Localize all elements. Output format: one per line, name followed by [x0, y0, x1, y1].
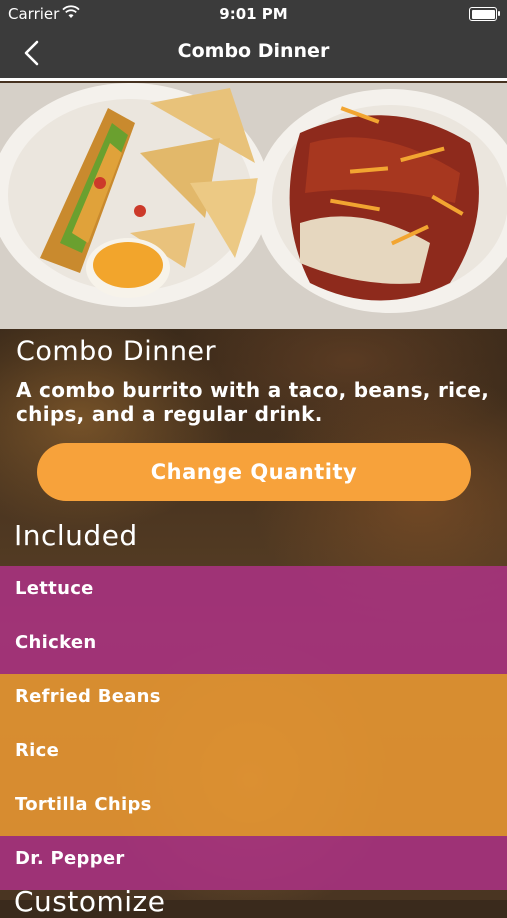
clock: 9:01 PM — [219, 5, 288, 23]
item-description: A combo burrito with a taco, beans, rice… — [16, 378, 490, 426]
battery-icon — [469, 7, 500, 21]
nav-title: Combo Dinner — [177, 40, 330, 62]
included-item-tortilla-chips[interactable]: Tortilla Chips — [0, 782, 507, 836]
food-photo — [0, 83, 507, 329]
status-bar: Carrier 9:01 PM — [0, 0, 507, 28]
back-chevron-icon[interactable] — [18, 38, 48, 68]
included-item-refried-beans[interactable]: Refried Beans — [0, 674, 507, 728]
included-list: Lettuce Chicken Refried Beans Rice Torti… — [0, 566, 507, 890]
navigation-bar: Combo Dinner — [0, 28, 507, 81]
included-item-chicken[interactable]: Chicken — [0, 620, 507, 674]
change-quantity-button[interactable]: Change Quantity — [37, 443, 471, 501]
included-item-rice[interactable]: Rice — [0, 728, 507, 782]
item-title: Combo Dinner — [16, 336, 217, 367]
included-item-dr-pepper[interactable]: Dr. Pepper — [0, 836, 507, 890]
included-section-title: Included — [14, 519, 138, 552]
included-item-lettuce[interactable]: Lettuce — [0, 566, 507, 620]
customize-section-title: Customize — [14, 885, 166, 918]
